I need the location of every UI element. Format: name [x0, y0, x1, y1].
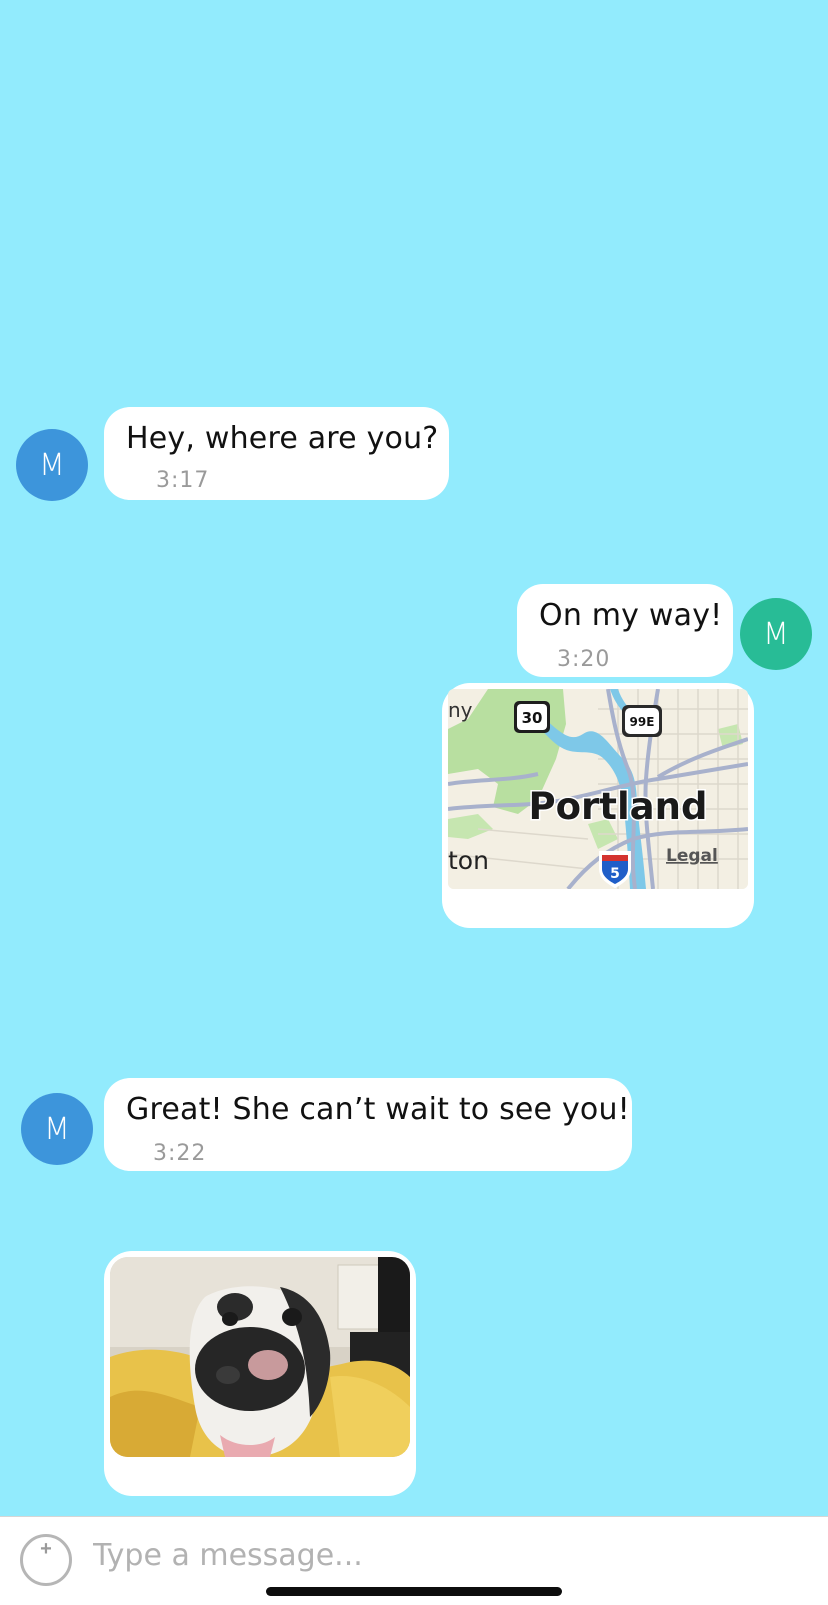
message-text: Hey, where are you? [126, 421, 439, 456]
svg-text:ny: ny [448, 698, 473, 722]
photo-graphic [110, 1257, 410, 1457]
message-bubble[interactable]: Hey, where are you? 3:17 [104, 407, 449, 500]
message-text: Great! She can’t wait to see you! [126, 1092, 630, 1127]
message-bubble[interactable]: On my way! 3:20 [517, 584, 733, 677]
svg-text:99E: 99E [630, 715, 655, 729]
photo-attachment[interactable] [104, 1251, 416, 1496]
dog-photo[interactable] [110, 1257, 410, 1457]
location-map[interactable]: 30 99E 5 ny ton Portland Legal [448, 689, 748, 889]
message-timestamp: 3:20 [557, 647, 611, 672]
message-bubble[interactable]: Great! She can’t wait to see you! 3:22 [104, 1078, 632, 1171]
or-99e-shield-icon: 99E [622, 705, 662, 737]
message-input[interactable] [93, 1535, 773, 1575]
plus-circle-icon: + [40, 1538, 52, 1560]
message-timestamp: 3:22 [153, 1141, 207, 1166]
svg-text:30: 30 [522, 709, 543, 727]
svg-text:ton: ton [448, 846, 489, 875]
map-graphic: 30 99E 5 ny ton Portland Legal [448, 689, 748, 889]
message-composer: + [0, 1516, 828, 1605]
svg-text:5: 5 [610, 866, 620, 882]
home-indicator [266, 1587, 562, 1596]
message-text: On my way! [539, 598, 723, 633]
svg-text:Portland: Portland [529, 785, 708, 828]
svg-text:Legal: Legal [666, 846, 718, 866]
location-attachment[interactable]: 30 99E 5 ny ton Portland Legal [442, 683, 754, 928]
add-attachment-button[interactable]: + [20, 1534, 72, 1586]
own-avatar[interactable]: M [740, 598, 812, 670]
us-30-shield-icon: 30 [514, 701, 550, 733]
message-timestamp: 3:17 [156, 468, 210, 493]
sender-avatar[interactable]: M [16, 429, 88, 501]
sender-avatar[interactable]: M [21, 1093, 93, 1165]
